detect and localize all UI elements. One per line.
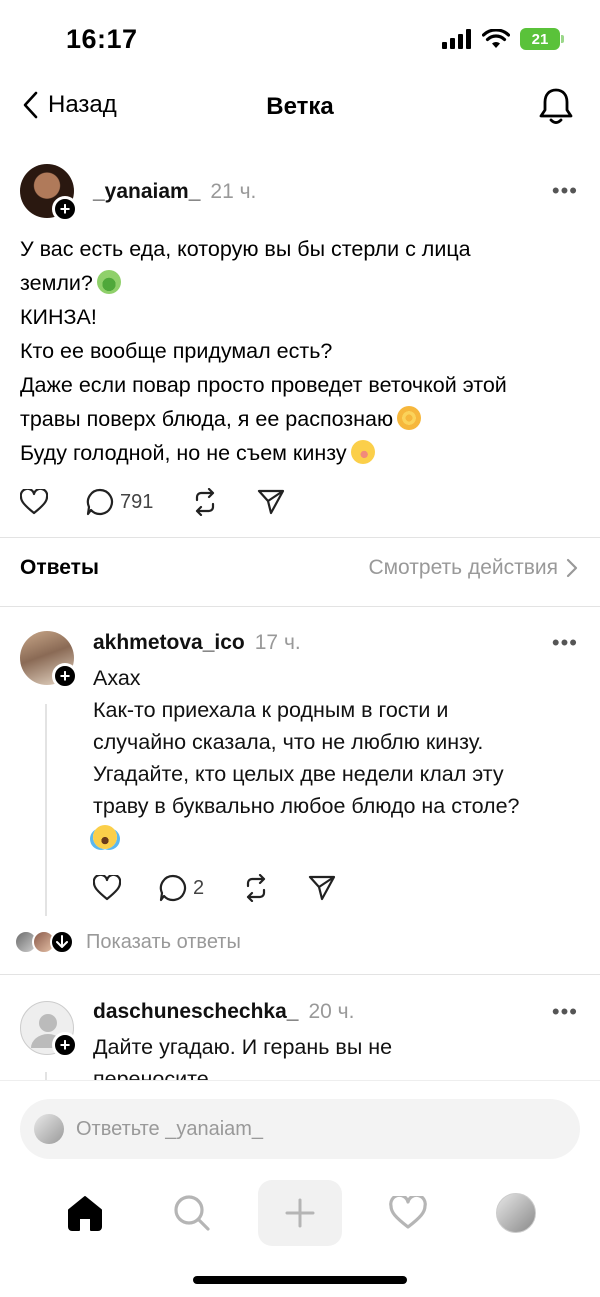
reply-bar: Ответьте _yanaiam_ [0, 1080, 600, 1180]
reply-placeholder[interactable]: Ответьте _yanaiam_ [76, 1118, 263, 1141]
reply-text: Дайте угадаю. И герань вы не переносите [93, 1031, 392, 1080]
reply-line: Дайте угадаю. И герань вы не [93, 1035, 393, 1059]
reply-line: переносите [93, 1067, 209, 1080]
profile-avatar [496, 1193, 536, 1233]
reply-item: + daschuneschechka_ 20 ч. ••• Дайте угада… [0, 0, 600, 1080]
tab-bar [0, 1180, 600, 1260]
tab-home[interactable] [43, 1180, 127, 1246]
home-indicator [193, 1276, 407, 1284]
tab-search[interactable] [150, 1180, 234, 1246]
reply-input[interactable]: Ответьте _yanaiam_ [20, 1099, 580, 1159]
reply-username[interactable]: daschuneschechka_ [93, 1000, 298, 1023]
tab-activity[interactable] [366, 1180, 450, 1246]
home-icon [68, 1196, 102, 1231]
add-icon [285, 1198, 315, 1228]
search-icon [174, 1195, 210, 1231]
tab-profile[interactable] [474, 1180, 558, 1246]
tab-add[interactable] [258, 1180, 342, 1246]
more-options-icon[interactable]: ••• [552, 999, 578, 1025]
reply-time: 20 ч. [308, 1000, 355, 1023]
reply-author[interactable]: daschuneschechka_ 20 ч. [93, 1000, 354, 1024]
avatar [34, 1114, 64, 1144]
thread-line [45, 1072, 47, 1080]
follow-plus-icon[interactable]: + [52, 1032, 78, 1058]
heart-icon [389, 1196, 427, 1229]
